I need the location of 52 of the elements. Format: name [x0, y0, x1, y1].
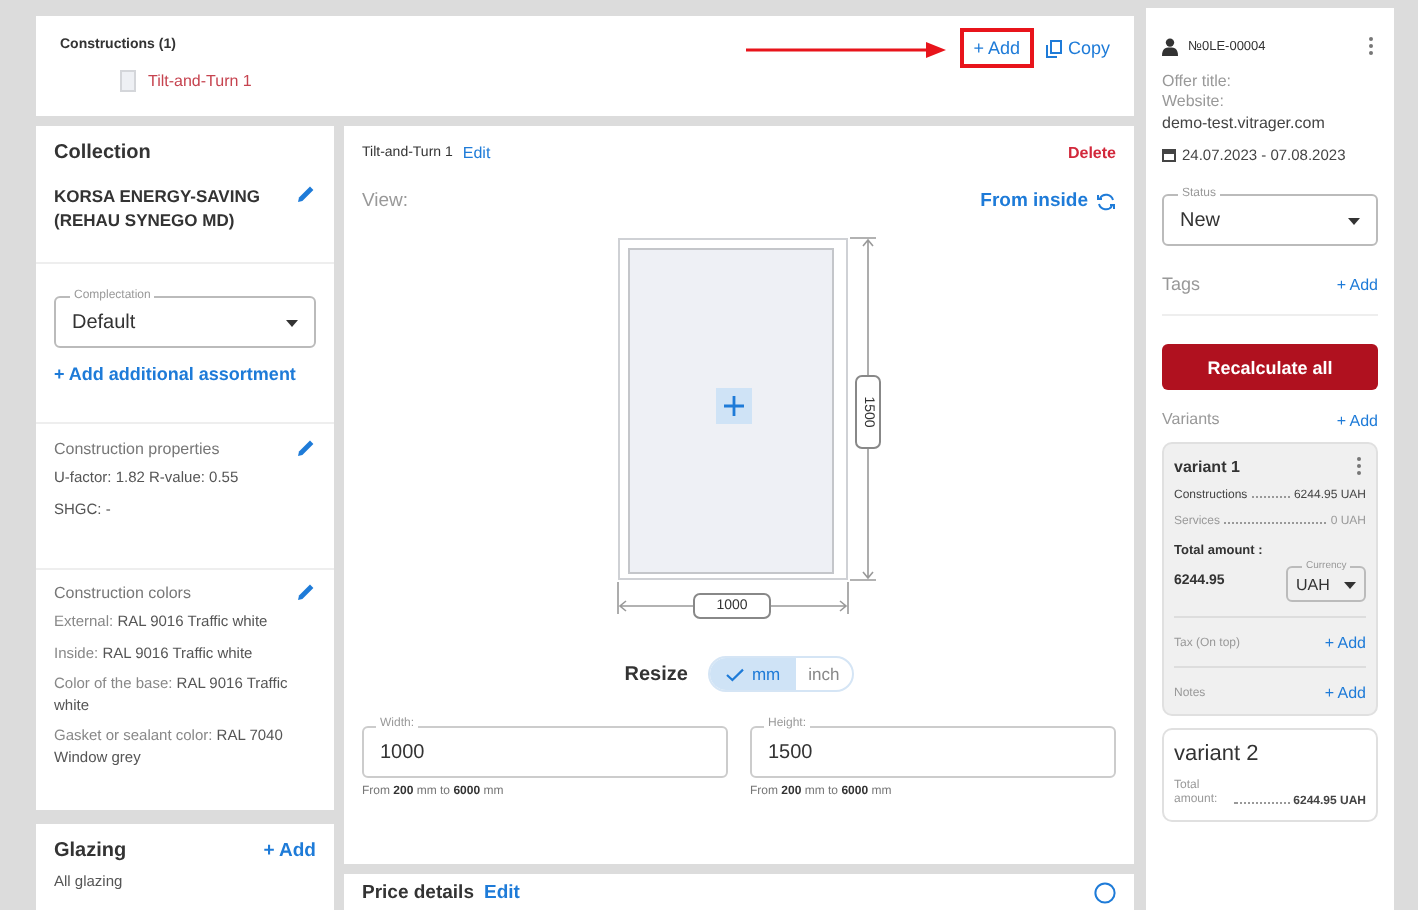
- caret-icon: [1344, 581, 1356, 589]
- edit-icon: [296, 582, 316, 602]
- variants-label: Variants: [1162, 410, 1220, 430]
- check-icon: [725, 667, 744, 681]
- edit-link[interactable]: Edit: [483, 882, 520, 904]
- edit-icon: [296, 184, 316, 204]
- add-button[interactable]: + Add: [1324, 634, 1366, 652]
- copy-icon: [1045, 39, 1062, 57]
- window-thumbnail-icon: [120, 70, 136, 92]
- section-title: Construction colors: [54, 583, 191, 601]
- dimension-field[interactable]: 1000: [362, 726, 728, 778]
- add-button[interactable]: + Add: [1324, 684, 1366, 702]
- construction-item[interactable]: Tilt-and-Turn 1: [120, 70, 252, 92]
- website-label: Website:: [1162, 92, 1226, 112]
- copy-button[interactable]: Copy: [1045, 38, 1110, 58]
- add-button[interactable]: + Add: [959, 28, 1034, 68]
- tags-label: Tags: [1162, 274, 1201, 294]
- person-icon: [1162, 37, 1178, 55]
- variant-name: variant 2: [1174, 742, 1261, 766]
- leader-line: [1234, 800, 1290, 804]
- edit-link[interactable]: Edit: [462, 144, 491, 162]
- section-title: Construction properties: [54, 439, 220, 457]
- info-icon: [1094, 882, 1116, 904]
- rotate-icon: [1096, 191, 1116, 211]
- collection-name: KORSA ENERGY-SAVING (REHAU SYNEGO MD): [54, 184, 262, 232]
- dimension-field[interactable]: 1500: [750, 726, 1116, 778]
- recalculate-button[interactable]: Recalculate all: [1162, 344, 1378, 390]
- leader-line: [1224, 520, 1327, 524]
- add-variant-button[interactable]: + Add: [1336, 411, 1378, 429]
- section-title: Collection: [54, 142, 153, 164]
- section-title: Price details: [362, 882, 474, 904]
- add-assortment-link[interactable]: + Add additional assortment: [54, 364, 296, 384]
- unit-toggle-option[interactable]: inch: [796, 658, 852, 690]
- add-tag-button[interactable]: + Add: [1336, 275, 1378, 293]
- resize-label: Resize: [624, 663, 688, 685]
- view-side-button[interactable]: From inside: [980, 190, 1116, 212]
- unit-toggle-option[interactable]: mm: [709, 658, 797, 690]
- offer-title-label: Offer title:: [1162, 72, 1234, 92]
- caret-icon: [286, 319, 298, 327]
- caret-icon: [1348, 217, 1360, 225]
- section-title: Glazing: [54, 840, 127, 862]
- variant-name: variant 1: [1174, 457, 1240, 475]
- add-sash-button[interactable]: [715, 388, 751, 424]
- delete-link[interactable]: Delete: [1067, 144, 1116, 162]
- add-button[interactable]: + Add: [263, 840, 316, 862]
- website-text: demo-test.vitrager.com: [1162, 112, 1327, 134]
- view-label: View:: [362, 190, 409, 212]
- leader-line: [1251, 494, 1290, 498]
- calendar-icon: [1162, 148, 1176, 162]
- edit-icon: [296, 438, 316, 458]
- more-button[interactable]: [1364, 36, 1378, 56]
- more-button[interactable]: [1352, 456, 1366, 476]
